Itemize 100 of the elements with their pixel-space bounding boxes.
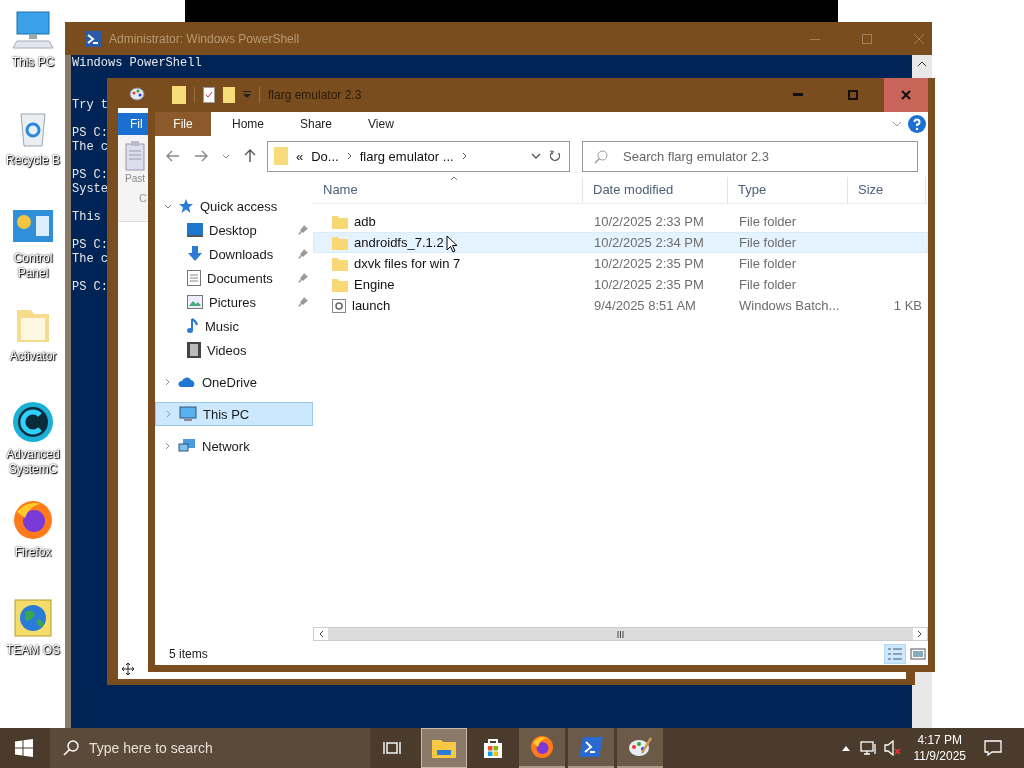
scroll-right-icon[interactable] (917, 630, 923, 638)
globe-icon[interactable] (11, 596, 55, 640)
desktop-icon-label[interactable]: Advanced SystemC (2, 447, 64, 477)
chevron-down-icon[interactable] (531, 153, 541, 159)
desktop-icon (187, 223, 203, 237)
forward-arrow-icon[interactable] (194, 150, 208, 162)
file-row[interactable]: adb 10/2/2025 2:33 PM File folder (313, 211, 928, 232)
cloud-icon (178, 377, 196, 387)
nav-item[interactable]: Downloads (155, 242, 313, 266)
group-label: C (139, 192, 147, 204)
chevron-up-icon[interactable] (841, 745, 850, 751)
minimize-icon[interactable] (792, 93, 803, 97)
refresh-icon[interactable] (549, 150, 561, 162)
browser-icon[interactable] (11, 498, 55, 542)
nav-item[interactable]: OneDrive (155, 370, 313, 394)
close-button[interactable] (884, 78, 928, 112)
notification-icon[interactable] (984, 740, 1002, 756)
desktop-icon-label[interactable]: Firefox (14, 545, 52, 560)
palette-icon[interactable] (628, 735, 652, 759)
breadcrumb[interactable]: flarg emulator ... (359, 148, 454, 164)
nav-item[interactable]: Documents (155, 266, 313, 290)
network-icon[interactable] (859, 740, 878, 756)
ribbon-tab[interactable]: View (353, 112, 409, 136)
search-field[interactable]: Search flarg emulator 2.3 (582, 140, 918, 172)
terminal-icon[interactable] (579, 737, 603, 757)
chevron-right-icon[interactable] (461, 152, 467, 160)
picture-icon (187, 295, 203, 309)
task-view-icon[interactable] (383, 740, 401, 756)
column-header[interactable]: Type (728, 177, 848, 203)
app-icon[interactable] (11, 400, 55, 444)
windows-logo-icon[interactable] (15, 739, 33, 757)
file-menu-button[interactable]: File (155, 112, 211, 136)
chevron-down-icon[interactable] (222, 153, 230, 159)
taskbar-search-field[interactable]: Type here to search (50, 728, 370, 768)
properties-icon[interactable] (203, 87, 215, 103)
search-icon (63, 740, 79, 756)
nav-item[interactable]: Quick access (155, 194, 313, 218)
ribbon-tab[interactable]: Share (285, 112, 348, 136)
scroll-left-icon[interactable] (318, 630, 324, 638)
clock-date[interactable]: 11/9/2025 (913, 748, 966, 764)
folder-icon (332, 235, 348, 250)
ribbon-tab[interactable]: Home (217, 112, 279, 136)
back-arrow-icon[interactable] (166, 150, 180, 162)
file-name: Engine (354, 277, 395, 292)
address-bar[interactable]: « Do... flarg emulator ... (267, 140, 570, 172)
speaker-muted-icon[interactable] (883, 740, 902, 756)
dropdown-icon[interactable] (243, 91, 251, 99)
table-cell-text: 9/4/2025 8:51 AM (593, 298, 697, 313)
nav-item[interactable]: Videos (155, 338, 313, 362)
column-header[interactable]: Date modified (583, 177, 728, 203)
file-row[interactable]: Engine 10/2/2025 2:35 PM File folder (313, 274, 928, 295)
column-header[interactable]: Name (313, 177, 583, 203)
window-title: flarg emulator 2.3 (268, 88, 362, 102)
pin-icon[interactable] (298, 297, 308, 307)
breadcrumb[interactable]: Do... (311, 148, 339, 164)
help-icon[interactable] (908, 115, 926, 133)
shopping-bag-icon[interactable] (482, 737, 504, 759)
desktop-icon-label[interactable]: Recycle B (6, 153, 60, 168)
details-view-icon[interactable] (884, 643, 906, 664)
nav-item[interactable]: Music (155, 314, 313, 338)
sort-caret-icon (450, 176, 458, 181)
desktop-icon-label[interactable]: Control Panel (2, 251, 64, 281)
horizontal-scrollbar[interactable] (313, 627, 928, 641)
file-row[interactable]: launch 9/4/2025 8:51 AM Windows Batch... 1 KB (313, 295, 928, 316)
chevron-right-icon[interactable] (346, 152, 352, 160)
file-row[interactable]: androidfs_7.1.2 10/2/2025 2:34 PM File folder (313, 232, 928, 253)
column-header[interactable]: Size (848, 177, 926, 203)
pin-icon[interactable] (298, 273, 308, 283)
browser-icon[interactable] (530, 735, 554, 759)
nav-item[interactable]: Pictures (155, 290, 313, 314)
download-arrow-icon (187, 246, 203, 262)
pin-icon[interactable] (298, 225, 308, 235)
pin-icon[interactable] (298, 249, 308, 259)
folder-icon[interactable] (432, 738, 456, 758)
table-cell-text: File folder (738, 277, 798, 292)
nav-item[interactable]: Network (155, 434, 313, 458)
chevron-down-icon[interactable] (164, 203, 172, 209)
close-icon[interactable] (901, 90, 911, 100)
scroll-up-icon[interactable] (917, 61, 927, 67)
thumbnail-view-icon[interactable] (910, 646, 926, 661)
maximize-icon[interactable] (847, 90, 858, 100)
clipboard-icon[interactable] (125, 141, 145, 171)
clock-time[interactable]: 4:17 PM (917, 732, 963, 748)
ribbon-tab[interactable]: Fil (118, 113, 148, 135)
up-arrow-icon[interactable] (244, 149, 256, 163)
computer-icon[interactable] (11, 8, 55, 52)
desktop-icon-label[interactable]: This PC (11, 55, 55, 70)
nav-item[interactable]: This PC (155, 402, 313, 426)
taskbar-app-button[interactable] (617, 728, 663, 768)
overflow-marker[interactable]: « (296, 148, 304, 164)
table-cell-text: File folder (738, 235, 798, 250)
scrollbar-thumb[interactable] (328, 628, 913, 640)
table-cell: 1 KB (893, 298, 922, 313)
console-line: This (72, 210, 101, 224)
console-line: Windows PowerShell (72, 56, 202, 70)
nav-item[interactable]: Desktop (155, 218, 313, 242)
file-row[interactable]: dxvk files for win 7 10/2/2025 2:35 PM File folder (313, 253, 928, 274)
desktop-icon-label[interactable]: Activator (9, 349, 57, 364)
maximize-icon[interactable] (862, 33, 872, 44)
desktop-icon-label[interactable]: TEAM OS (6, 643, 60, 658)
